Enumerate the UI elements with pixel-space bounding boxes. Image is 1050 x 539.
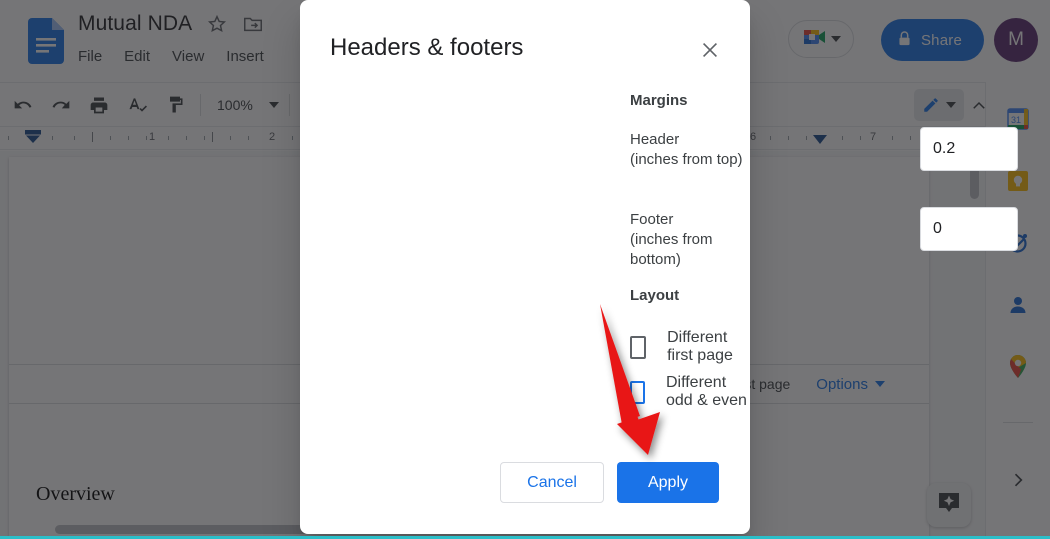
header-margin-label-line1: Header (630, 131, 680, 148)
cancel-button[interactable]: Cancel (500, 462, 604, 503)
header-margin-label: Header (inches from top) (630, 130, 743, 170)
header-margin-input[interactable] (920, 127, 1018, 171)
checkbox-label: Different first page (667, 329, 733, 364)
screenshot-root: Mutual NDA File Edit View Insert (0, 0, 1050, 539)
checkbox-different-odd-even[interactable]: Different odd & even (630, 374, 750, 410)
close-icon (702, 42, 718, 58)
footer-margin-label-line1: Footer (630, 211, 674, 228)
checkbox-label: Different odd & even (665, 374, 747, 409)
footer-margin-input[interactable] (920, 207, 1018, 251)
dialog-button-row: Cancel Apply (500, 462, 719, 503)
apply-button[interactable]: Apply (616, 462, 719, 503)
margins-section-label: Margins (630, 92, 688, 109)
checkbox-box[interactable] (630, 335, 647, 359)
checkbox-box[interactable] (630, 380, 645, 404)
headers-footers-dialog: Headers & footers Margins Header (inches… (300, 0, 1018, 534)
layout-section-label: Layout (630, 287, 680, 304)
checkbox-different-first-page[interactable]: Different first page (630, 329, 750, 365)
close-button[interactable] (696, 36, 724, 64)
header-margin-label-line2: (inches from top) (630, 151, 743, 168)
footer-margin-label-line2: (inches from bottom) (630, 231, 713, 268)
dialog-title: Headers & footers (330, 34, 524, 61)
footer-margin-label: Footer (inches from bottom) (630, 210, 750, 270)
